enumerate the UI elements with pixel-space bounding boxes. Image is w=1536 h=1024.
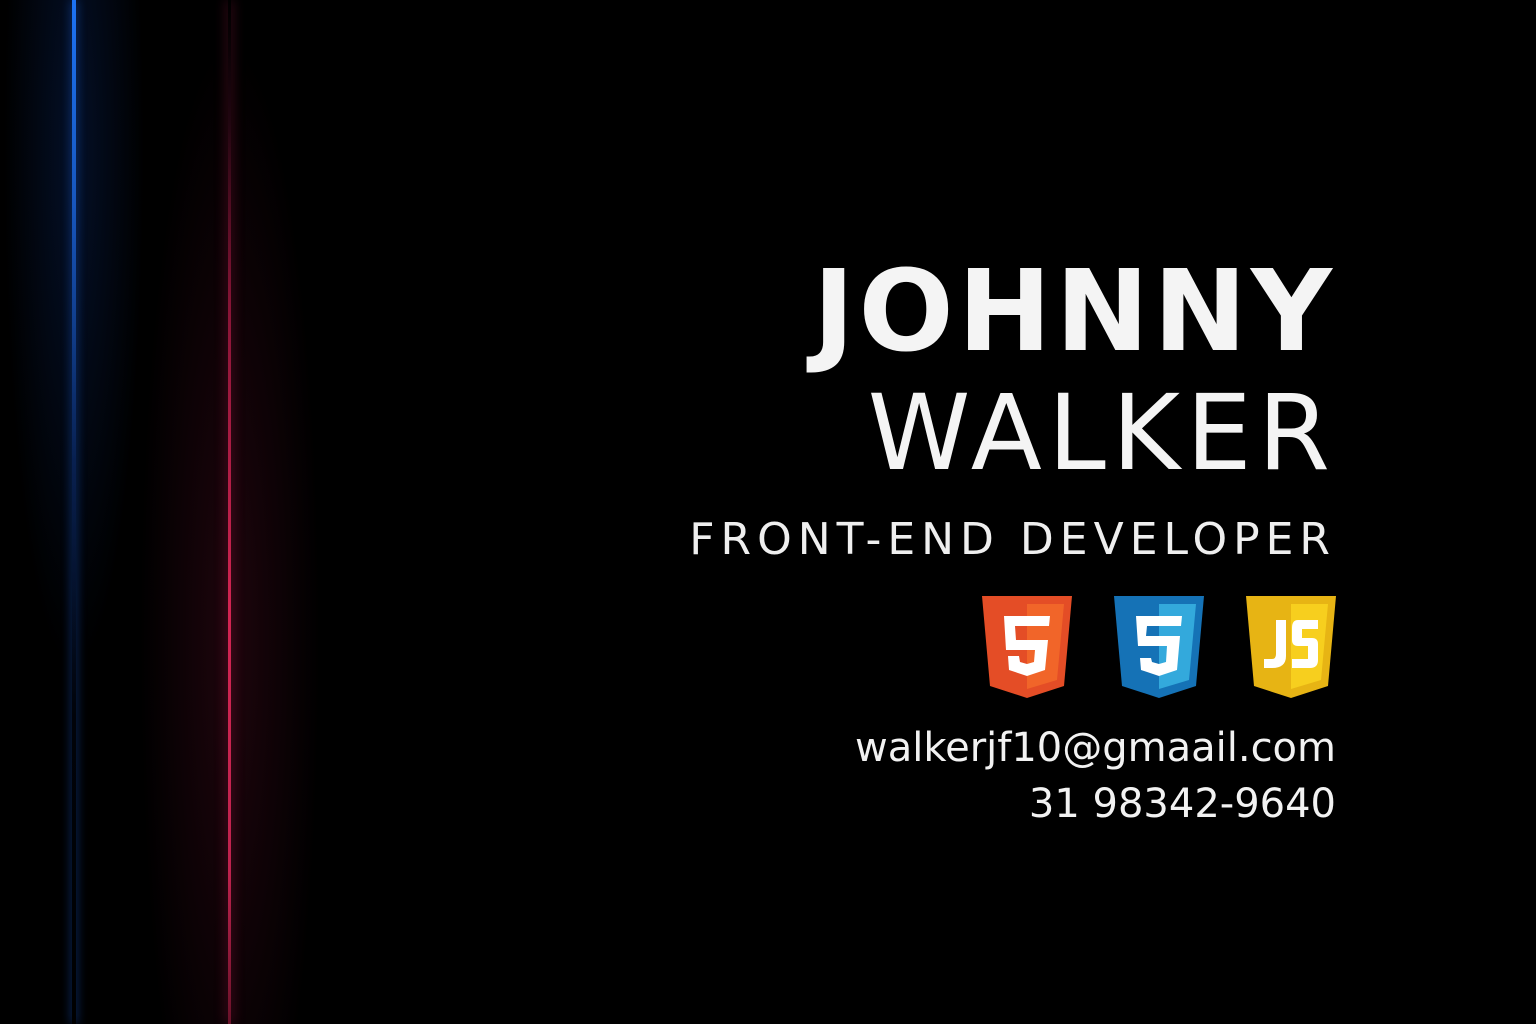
last-name: WALKER	[867, 372, 1336, 494]
card-content: JOHNNY WALKER FRONT-END DEVELOPER walker…	[616, 250, 1336, 832]
job-title: FRONT-END DEVELOPER	[689, 514, 1336, 565]
red-accent-line	[228, 0, 231, 1024]
business-card: JOHNNY WALKER FRONT-END DEVELOPER walker…	[0, 0, 1536, 1024]
css3-icon	[1114, 596, 1204, 698]
phone-number: 31 98342-9640	[1028, 781, 1336, 827]
blue-accent-line	[72, 0, 76, 1024]
email-address: walkerjf10@gmaail.com	[855, 725, 1336, 771]
tech-badges	[616, 596, 1336, 698]
contact-info: walkerjf10@gmaail.com 31 98342-9640	[616, 720, 1336, 832]
html5-icon	[982, 596, 1072, 698]
first-name: JOHNNY	[812, 247, 1336, 377]
javascript-icon	[1246, 596, 1336, 698]
